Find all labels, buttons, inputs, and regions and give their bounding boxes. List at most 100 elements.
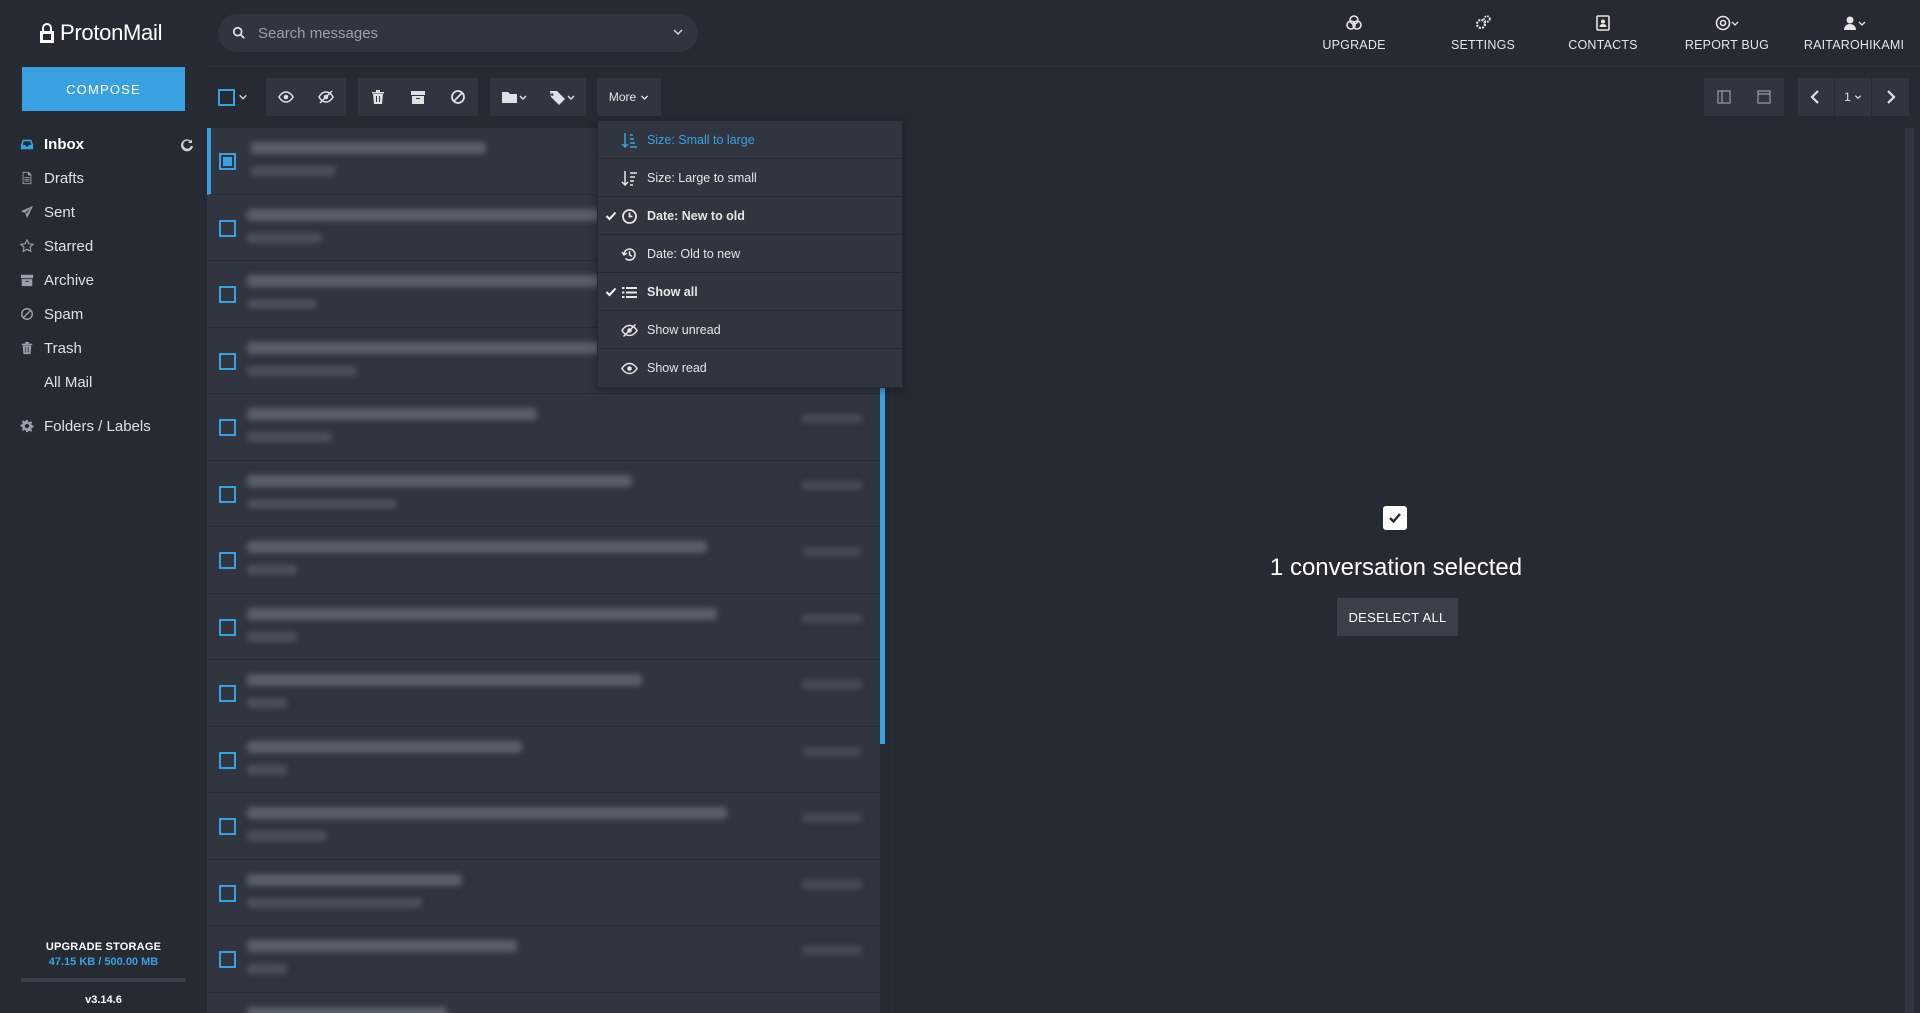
blurred-subject [247,208,627,221]
list-item[interactable] [207,793,880,860]
list-item[interactable] [207,593,880,660]
list-icon [622,287,637,298]
contacts-label: CONTACTS [1568,38,1638,52]
sort-size-small-to-large[interactable]: Size: Small to large [598,121,902,159]
list-item[interactable] [207,394,880,461]
list-item[interactable] [207,926,880,993]
mark-read-button[interactable] [266,78,306,116]
page-select[interactable]: 1 [1834,78,1872,116]
sort-date-old-to-new[interactable]: Date: Old to new [598,235,902,273]
spam-button[interactable] [438,78,478,116]
blurred-subject [247,607,717,620]
user-menu[interactable]: RAITAROHIKAMI [1799,14,1909,52]
reader-scrollbar[interactable] [1905,128,1914,1013]
upgrade-storage-link[interactable]: UPGRADE STORAGE [0,941,207,953]
sidebar-item-archive[interactable]: Archive [0,263,207,297]
deselect-all-button[interactable]: DESELECT ALL [1337,598,1458,636]
protonmail-logo[interactable]: ProtonMail [38,20,162,46]
row-checkbox[interactable] [219,153,236,170]
blurred-date [802,746,862,756]
row-layout-icon [1757,90,1771,104]
select-all-checkbox[interactable] [218,88,235,106]
row-checkbox[interactable] [219,951,236,968]
list-item[interactable] [207,992,880,1013]
row-checkbox[interactable] [219,485,236,503]
reader-pane: 1 conversation selected DESELECT ALL [892,128,1906,1013]
report-bug-nav[interactable]: REPORT BUG [1681,14,1773,52]
pagination: 1 [1798,78,1909,116]
row-checkbox[interactable] [219,618,236,636]
column-layout-button[interactable] [1704,78,1744,116]
star-icon [20,239,34,253]
blurred-subject [247,873,462,886]
row-checkbox[interactable] [219,419,236,436]
compose-button[interactable]: COMPOSE [22,67,185,111]
row-checkbox[interactable] [219,552,236,569]
trash-button[interactable] [358,78,398,116]
action-group [358,78,478,116]
sidebar-item-sent[interactable]: Sent [0,195,207,229]
sidebar-item-trash[interactable]: Trash [0,331,207,365]
blurred-date [802,813,862,822]
chevron-right-icon [1887,90,1896,104]
menu-item-label: Size: Small to large [647,132,755,147]
sidebar-item-all-mail[interactable]: All Mail [0,365,207,399]
upgrade-nav[interactable]: UPGRADE [1314,14,1394,52]
chevron-down-icon[interactable] [672,26,684,38]
row-checkbox[interactable] [219,219,236,237]
sidebar-nav: Inbox Drafts Sent Starred Archive Spam T… [0,127,207,443]
sidebar-item-starred[interactable]: Starred [0,229,207,263]
sidebar-item-inbox[interactable]: Inbox [0,127,207,161]
sidebar-item-label: Trash [44,339,82,357]
list-item[interactable] [207,660,880,727]
list-scrollbar-thumb[interactable] [880,384,885,744]
lock-logo-icon [40,23,54,43]
upgrade-label: UPGRADE [1322,38,1386,52]
contacts-nav[interactable]: CONTACTS [1563,14,1643,52]
filter-show-all[interactable]: Show all [598,273,902,311]
sidebar-item-drafts[interactable]: Drafts [0,161,207,195]
menu-item-label: Show unread [647,322,721,337]
list-item[interactable] [207,859,880,926]
layout-toggle-group [1704,78,1784,116]
spam-icon [451,90,465,104]
sidebar-item-folders-labels[interactable]: Folders / Labels [0,409,207,443]
row-checkbox[interactable] [219,685,236,702]
blurred-sender [247,831,327,841]
sidebar: ProtonMail COMPOSE Inbox Drafts Sent Sta… [0,0,207,1013]
sort-date-new-to-old[interactable]: Date: New to old [598,197,902,235]
blurred-sender [247,698,287,708]
row-checkbox[interactable] [219,751,236,769]
eye-icon [621,362,638,375]
list-item[interactable] [207,527,880,594]
sent-icon [20,205,34,219]
row-checkbox[interactable] [219,818,236,835]
refresh-icon[interactable] [179,136,195,152]
previous-page-button[interactable] [1798,78,1834,116]
menu-item-label: Show all [647,284,698,299]
list-item[interactable] [207,460,880,527]
settings-nav[interactable]: SETTINGS [1445,14,1521,52]
menu-item-label: Show read [647,361,707,375]
row-layout-button[interactable] [1744,78,1784,116]
filter-show-unread[interactable]: Show unread [598,311,902,349]
apply-label-button[interactable] [538,78,586,116]
row-checkbox[interactable] [219,352,236,370]
more-dropdown-button[interactable]: More [597,78,661,116]
select-all-dropdown[interactable] [218,78,254,116]
checkmark-icon [605,211,617,221]
move-to-folder-button[interactable] [490,78,538,116]
next-page-button[interactable] [1872,78,1908,116]
search-input[interactable] [258,24,668,42]
row-checkbox[interactable] [219,286,236,303]
blurred-date [802,680,862,689]
inbox-icon [20,139,34,150]
filter-show-read[interactable]: Show read [598,349,902,387]
list-item[interactable] [207,726,880,793]
mark-unread-button[interactable] [306,78,346,116]
row-checkbox[interactable] [219,884,236,902]
sidebar-item-spam[interactable]: Spam [0,297,207,331]
sort-size-large-to-small[interactable]: Size: Large to small [598,159,902,197]
archive-button[interactable] [398,78,438,116]
blurred-subject [247,408,537,420]
